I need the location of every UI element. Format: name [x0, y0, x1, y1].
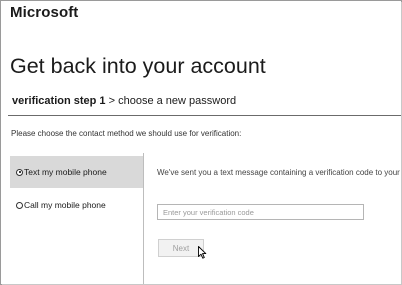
option-text-mobile-phone[interactable]: Text my mobile phone [10, 156, 143, 188]
breadcrumb-separator: > [108, 95, 116, 107]
page-title: Get back into your account [10, 54, 266, 78]
option-call-mobile-phone[interactable]: Call my mobile phone [10, 189, 143, 221]
radio-selected-icon[interactable] [16, 168, 23, 176]
breadcrumb-divider [8, 115, 401, 116]
panel-divider [143, 153, 144, 284]
microsoft-logo: Microsoft [10, 4, 79, 21]
instruction-text: Please choose the contact method we shou… [11, 129, 242, 138]
option-label: Text my mobile phone [24, 167, 107, 177]
breadcrumb-current-step: verification step 1 [12, 95, 106, 107]
verification-code-input[interactable] [157, 204, 364, 220]
breadcrumb: verification step 1 > choose a new passw… [12, 95, 236, 107]
mouse-pointer-icon [198, 246, 207, 259]
option-label: Call my mobile phone [24, 200, 106, 210]
contact-method-list: Text my mobile phone Call my mobile phon… [10, 153, 143, 284]
verification-sent-message: We've sent you a text message containing… [157, 168, 402, 177]
breadcrumb-next-step: choose a new password [118, 95, 237, 107]
account-recovery-window: Microsoft Get back into your account ver… [0, 0, 402, 285]
radio-unselected-icon[interactable] [16, 201, 23, 209]
